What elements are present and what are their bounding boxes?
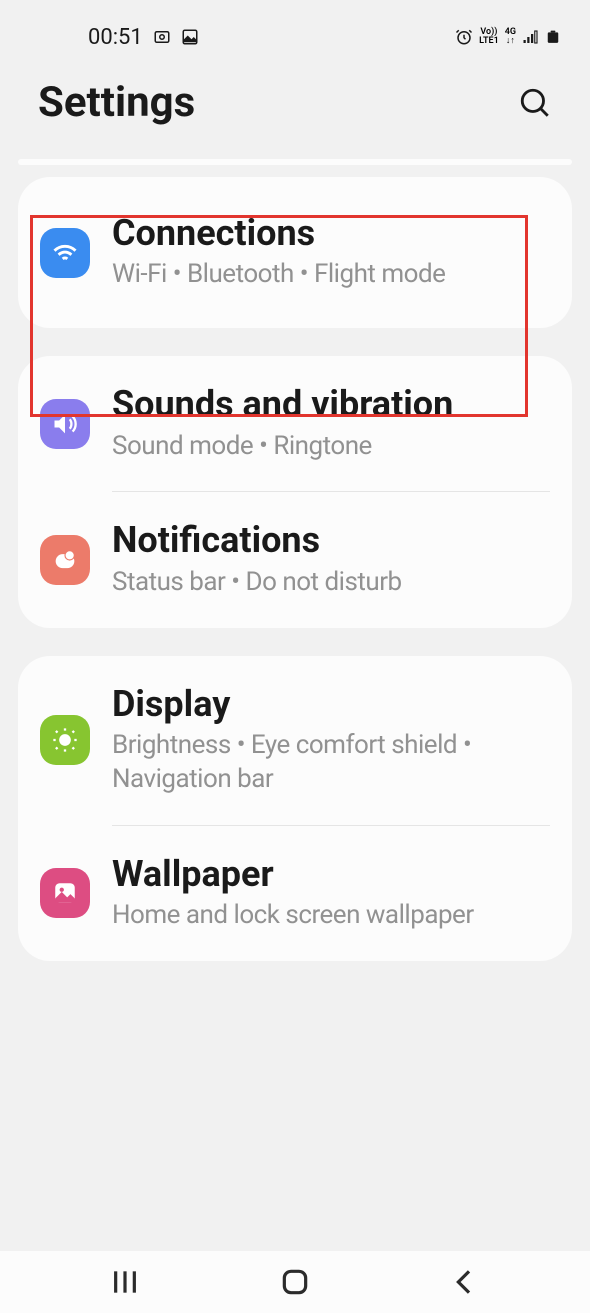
alarm-icon	[455, 28, 473, 46]
volte-indicator: Vo)) LTE1	[479, 28, 499, 46]
clock-icon	[153, 28, 171, 46]
item-subtitle: Wi-Fi • Bluetooth • Flight mode	[112, 258, 550, 292]
sound-icon	[40, 399, 90, 449]
search-icon[interactable]	[518, 86, 552, 120]
picture-icon	[181, 28, 199, 46]
item-display[interactable]: Display Brightness • Eye comfort shield …	[18, 656, 572, 825]
item-title: Display	[112, 684, 550, 725]
card-connections: Connections Wi-Fi • Bluetooth • Flight m…	[18, 177, 572, 328]
signal-icon	[522, 28, 540, 46]
wifi-icon	[40, 228, 90, 278]
home-button[interactable]	[279, 1266, 311, 1298]
notifications-icon	[40, 535, 90, 585]
card-sounds-notifications: Sounds and vibration Sound mode • Ringto…	[18, 356, 572, 627]
item-sounds[interactable]: Sounds and vibration Sound mode • Ringto…	[18, 356, 572, 491]
page-title: Settings	[38, 78, 195, 127]
network-indicator: 4G ↓↑	[505, 28, 516, 46]
back-button[interactable]	[449, 1266, 481, 1298]
battery-icon	[546, 26, 560, 48]
display-icon	[40, 715, 90, 765]
item-subtitle: Sound mode • Ringtone	[112, 430, 550, 464]
recents-button[interactable]	[109, 1266, 141, 1298]
status-right: Vo)) LTE1 4G ↓↑	[455, 26, 560, 48]
item-notifications[interactable]: Notifications Status bar • Do not distur…	[18, 492, 572, 627]
item-title: Wallpaper	[112, 854, 550, 895]
header: Settings	[0, 60, 590, 151]
item-title: Connections	[112, 213, 550, 254]
status-time: 00:51	[88, 25, 143, 50]
item-title: Sounds and vibration	[112, 384, 550, 425]
status-bar: 00:51 Vo)) LTE1 4G ↓↑	[0, 0, 590, 60]
top-card-sliver	[18, 159, 572, 165]
settings-list: Connections Wi-Fi • Bluetooth • Flight m…	[0, 159, 590, 961]
item-title: Notifications	[112, 520, 550, 561]
item-connections[interactable]: Connections Wi-Fi • Bluetooth • Flight m…	[18, 185, 572, 320]
item-subtitle: Home and lock screen wallpaper	[112, 899, 550, 933]
wallpaper-icon	[40, 868, 90, 918]
item-subtitle: Status bar • Do not disturb	[112, 566, 550, 600]
status-left: 00:51	[30, 25, 199, 50]
card-display-wallpaper: Display Brightness • Eye comfort shield …	[18, 656, 572, 961]
item-wallpaper[interactable]: Wallpaper Home and lock screen wallpaper	[18, 826, 572, 961]
item-subtitle: Brightness • Eye comfort shield • Naviga…	[112, 729, 550, 797]
navigation-bar	[0, 1251, 590, 1313]
